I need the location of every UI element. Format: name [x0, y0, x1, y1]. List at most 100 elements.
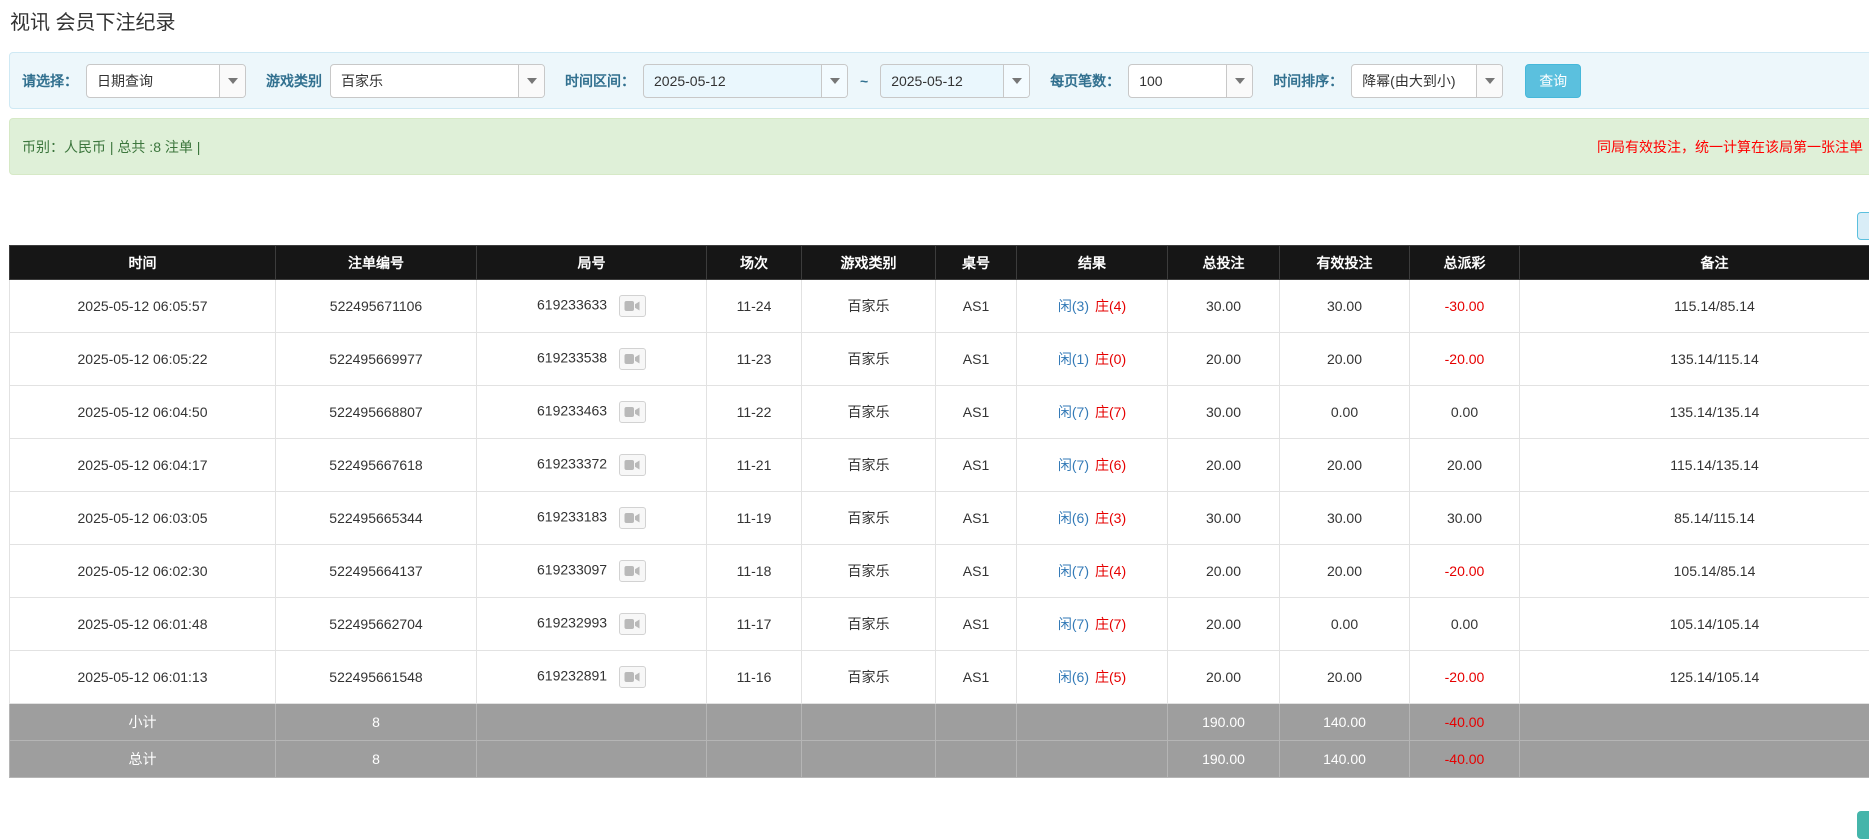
cell-bet-number: 522495662704 — [276, 598, 477, 651]
table-header-row: 时间注单编号局号场次游戏类别桌号结果总投注有效投注总派彩备注 — [10, 246, 1869, 280]
subtotal-row: 小计 8 190.00 140.00 -40.00 — [10, 704, 1869, 741]
total-bet-link[interactable]: 20.00 — [1168, 439, 1280, 492]
video-icon[interactable] — [619, 401, 646, 423]
date-to-select[interactable]: 2025-05-12 — [880, 64, 1030, 98]
cell-valid-bet: 20.00 — [1280, 545, 1410, 598]
cell-result: 闲(6)庄(5) — [1017, 651, 1168, 704]
cell-table-number: AS1 — [936, 545, 1017, 598]
query-type-select[interactable]: 日期查询 — [86, 64, 246, 98]
banker-result: 庄(4) — [1095, 298, 1126, 314]
cell-result: 闲(6)庄(3) — [1017, 492, 1168, 545]
subtotal-payout: -40.00 — [1410, 704, 1520, 741]
clipped-right-edge-button[interactable] — [1857, 212, 1869, 240]
column-header: 注单编号 — [276, 246, 477, 280]
total-bet-link[interactable]: 20.00 — [1168, 651, 1280, 704]
bet-records-table: 时间注单编号局号场次游戏类别桌号结果总投注有效投注总派彩备注 2025-05-1… — [9, 245, 1869, 778]
cell-remark: 135.14/135.14 — [1520, 386, 1869, 439]
game-category-select[interactable]: 百家乐 — [330, 64, 545, 98]
table-row: 2025-05-12 06:03:05 522495665344 6192331… — [10, 492, 1869, 545]
cell-remark: 115.14/85.14 — [1520, 280, 1869, 333]
cell-table-number: AS1 — [936, 492, 1017, 545]
cell-table-number: AS1 — [936, 598, 1017, 651]
player-result: 闲(7) — [1058, 457, 1089, 473]
cell-table-number: AS1 — [936, 280, 1017, 333]
summary-text: 币别：人民币 | 总共 :8 注单 | — [22, 137, 200, 157]
table-body: 2025-05-12 06:05:57 522495671106 6192336… — [10, 280, 1869, 704]
cell-game-category: 百家乐 — [802, 386, 936, 439]
chevron-down-icon — [1476, 65, 1502, 97]
total-bet-link[interactable]: 30.00 — [1168, 386, 1280, 439]
video-icon[interactable] — [619, 295, 646, 317]
table-row: 2025-05-12 06:02:30 522495664137 6192330… — [10, 545, 1869, 598]
chevron-down-icon — [1226, 65, 1252, 97]
cell-result: 闲(7)庄(7) — [1017, 598, 1168, 651]
cell-valid-bet: 30.00 — [1280, 280, 1410, 333]
cell-result: 闲(1)庄(0) — [1017, 333, 1168, 386]
cell-payout: 0.00 — [1410, 598, 1520, 651]
round-number-text: 619233183 — [537, 509, 607, 525]
video-icon[interactable] — [619, 507, 646, 529]
player-result: 闲(7) — [1058, 563, 1089, 579]
round-number-text: 619233463 — [537, 403, 607, 419]
total-bet-link[interactable]: 30.00 — [1168, 280, 1280, 333]
table-row: 2025-05-12 06:04:50 522495668807 6192334… — [10, 386, 1869, 439]
video-icon[interactable] — [619, 666, 646, 688]
column-header: 游戏类别 — [802, 246, 936, 280]
cell-time: 2025-05-12 06:02:30 — [10, 545, 276, 598]
cell-payout: -20.00 — [1410, 545, 1520, 598]
total-valid-bet: 140.00 — [1280, 741, 1410, 778]
cell-game-category: 百家乐 — [802, 651, 936, 704]
video-icon[interactable] — [619, 454, 646, 476]
total-bet-link[interactable]: 20.00 — [1168, 598, 1280, 651]
cell-remark: 125.14/105.14 — [1520, 651, 1869, 704]
column-header: 桌号 — [936, 246, 1017, 280]
cell-game-category: 百家乐 — [802, 492, 936, 545]
table-row: 2025-05-12 06:05:57 522495671106 6192336… — [10, 280, 1869, 333]
cell-table-number: AS1 — [936, 439, 1017, 492]
clipped-bottom-right-element[interactable] — [1857, 811, 1869, 839]
subtotal-total-bet: 190.00 — [1168, 704, 1280, 741]
cell-time: 2025-05-12 06:01:48 — [10, 598, 276, 651]
cell-session: 11-17 — [707, 598, 802, 651]
cell-time: 2025-05-12 06:05:22 — [10, 333, 276, 386]
column-header: 有效投注 — [1280, 246, 1410, 280]
subtotal-count: 8 — [276, 704, 477, 741]
column-header: 场次 — [707, 246, 802, 280]
sort-order-select[interactable]: 降幂(由大到小) — [1351, 64, 1503, 98]
cell-bet-number: 522495664137 — [276, 545, 477, 598]
total-bet-link[interactable]: 20.00 — [1168, 333, 1280, 386]
cell-valid-bet: 0.00 — [1280, 598, 1410, 651]
cell-remark: 135.14/115.14 — [1520, 333, 1869, 386]
chevron-down-icon — [518, 65, 544, 97]
date-from-select[interactable]: 2025-05-12 — [643, 64, 848, 98]
banker-result: 庄(6) — [1095, 457, 1126, 473]
search-button[interactable]: 查询 — [1525, 64, 1581, 98]
total-bet-link[interactable]: 20.00 — [1168, 545, 1280, 598]
cell-remark: 105.14/105.14 — [1520, 598, 1869, 651]
cell-payout: -30.00 — [1410, 280, 1520, 333]
column-header: 局号 — [477, 246, 707, 280]
summary-bar: 币别：人民币 | 总共 :8 注单 | 同局有效投注，统一计算在该局第一张注单 — [9, 118, 1869, 175]
chevron-down-icon — [219, 65, 245, 97]
total-total-bet: 190.00 — [1168, 741, 1280, 778]
video-icon[interactable] — [619, 560, 646, 582]
banker-result: 庄(3) — [1095, 510, 1126, 526]
notice-text: 同局有效投注，统一计算在该局第一张注单 — [1597, 137, 1863, 157]
date-to-value: 2025-05-12 — [881, 73, 1003, 89]
cell-result: 闲(7)庄(4) — [1017, 545, 1168, 598]
page-title: 视讯 会员下注纪录 — [10, 10, 1869, 36]
video-icon[interactable] — [619, 348, 646, 370]
cell-time: 2025-05-12 06:03:05 — [10, 492, 276, 545]
cell-game-category: 百家乐 — [802, 598, 936, 651]
player-result: 闲(7) — [1058, 404, 1089, 420]
cell-valid-bet: 20.00 — [1280, 333, 1410, 386]
page-size-select[interactable]: 100 — [1128, 64, 1253, 98]
date-range-label: 时间区间： — [565, 71, 635, 91]
query-type-label: 请选择： — [22, 71, 78, 91]
cell-bet-number: 522495665344 — [276, 492, 477, 545]
cell-round-number: 619233633 — [477, 280, 707, 333]
video-icon[interactable] — [619, 613, 646, 635]
cell-payout: -20.00 — [1410, 333, 1520, 386]
total-bet-link[interactable]: 30.00 — [1168, 492, 1280, 545]
cell-table-number: AS1 — [936, 651, 1017, 704]
